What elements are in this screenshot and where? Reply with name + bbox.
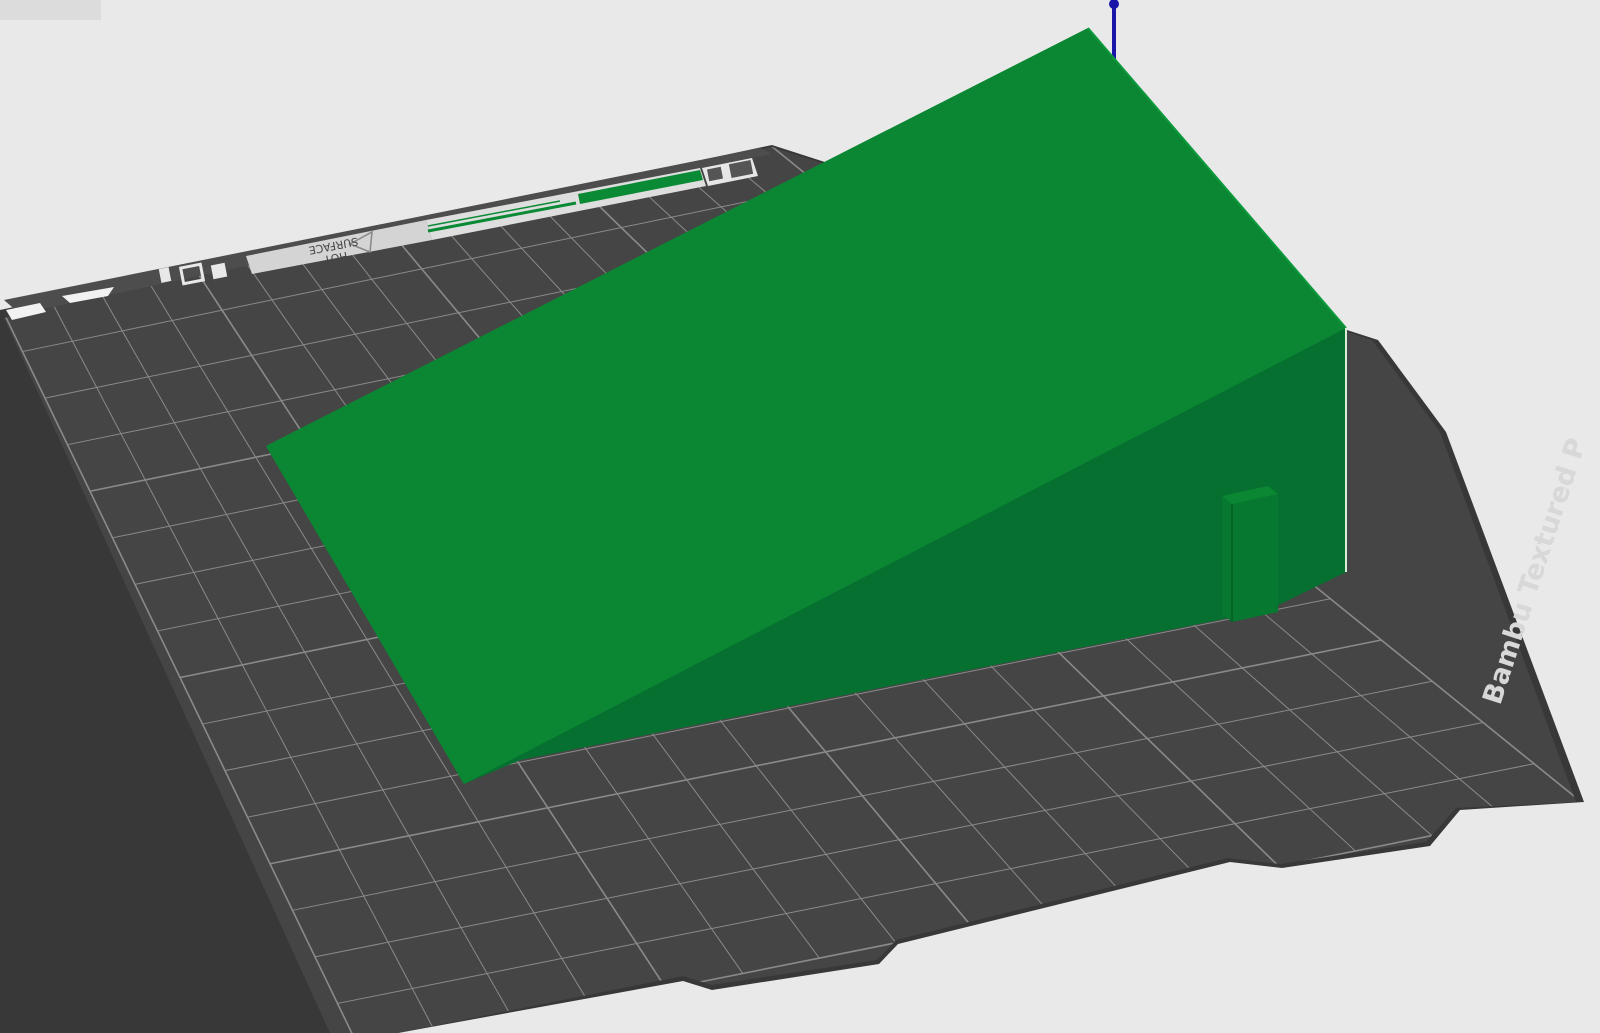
- z-axis-arrow: [1109, 0, 1119, 9]
- scene-canvas[interactable]: HOT SURFACE Bambu Textured P: [0, 0, 1600, 1033]
- 3d-viewport[interactable]: HOT SURFACE Bambu Textured P: [0, 0, 1600, 1033]
- model-tab: [1222, 486, 1278, 622]
